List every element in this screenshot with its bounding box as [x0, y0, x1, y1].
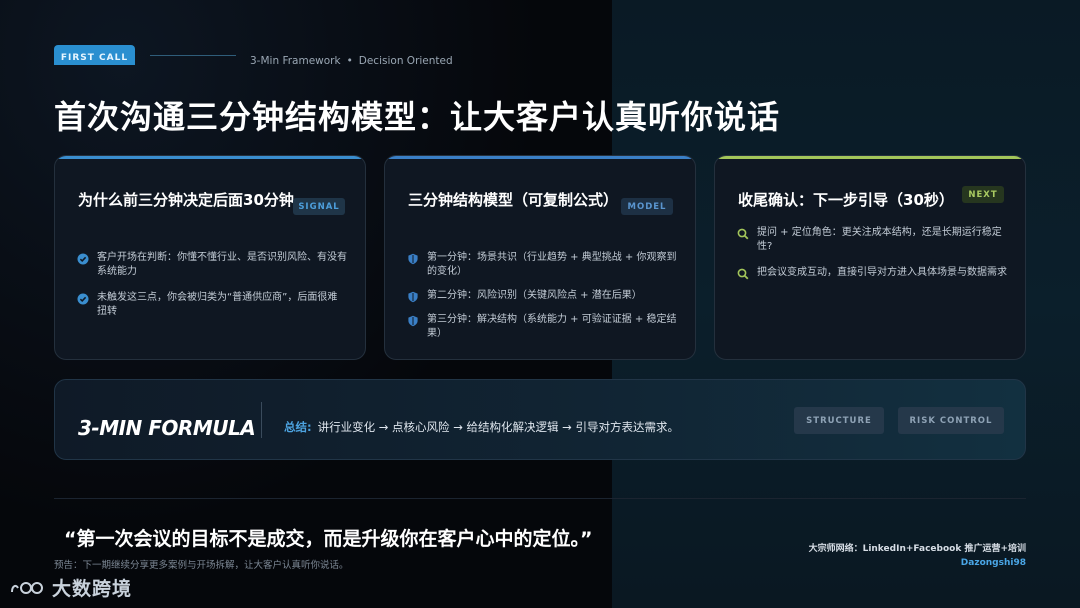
- card-accent-bar: [385, 156, 695, 159]
- list-item-text: 提问 + 定位角色：更关注成本结构，还是长期运行稳定性?: [757, 227, 1002, 252]
- card-accent-bar: [715, 156, 1025, 159]
- brand-line-1: 大宗师网络：LinkedIn+Facebook 推广运营+培训: [808, 544, 1026, 554]
- card-model: 三分钟结构模型（可复制公式） MODEL 第一分钟：场景共识（行业趋势 + 典型…: [384, 155, 696, 360]
- list-item-text: 第二分钟：风险识别（关键风险点 + 潜在后果）: [427, 290, 642, 301]
- footer-preview: 预告：下一期继续分享更多案例与开场拆解，让大客户认真听你说话。: [54, 560, 349, 571]
- card-tag: NEXT: [962, 186, 1004, 203]
- page-title: 首次沟通三分钟结构模型：让大客户认真听你说话: [54, 98, 781, 136]
- check-circle-icon: [77, 293, 89, 305]
- risk-control-button[interactable]: RISK CONTROL: [898, 407, 1004, 434]
- subtitle-decision: Decision Oriented: [358, 55, 453, 67]
- list-item-text: 第一分钟：场景共识（行业趋势 + 典型挑战 + 你观察到的变化）: [427, 252, 677, 277]
- list-item-text: 未触发这三点，你会被归类为“普通供应商”，后面很难扭转: [97, 292, 338, 317]
- footer-divider: [54, 498, 1026, 499]
- card-title: 收尾确认：下一步引导（30秒）: [738, 191, 954, 209]
- card-tag: SIGNAL: [293, 198, 345, 215]
- formula-summary-text: 讲行业变化 → 点核心风险 → 给结构化解决逻辑 → 引导对方表达需求。: [317, 420, 679, 434]
- header-subtitle: 3-Min Framework • Decision Oriented: [250, 55, 453, 67]
- formula-title: 3-MIN FORMULA: [78, 416, 256, 440]
- formula-divider: [261, 402, 262, 438]
- logo: 大数跨境: [10, 574, 132, 601]
- card-signal: 为什么前三分钟决定后面30分钟 SIGNAL 客户开场在判断：你懂不懂行业、是否…: [54, 155, 366, 360]
- subtitle-dot: •: [346, 55, 353, 67]
- search-icon: [737, 228, 749, 240]
- logo-text: 大数跨境: [52, 578, 133, 600]
- list-item: 客户开场在判断：你懂不懂行业、是否识别风险、有没有系统能力: [77, 251, 347, 279]
- card-item-list: 第一分钟：场景共识（行业趋势 + 典型挑战 + 你观察到的变化） 第二分钟：风险…: [407, 251, 677, 351]
- list-item: 未触发这三点，你会被归类为“普通供应商”，后面很难扭转: [77, 291, 347, 319]
- formula-panel: 3-MIN FORMULA 总结: 讲行业变化 → 点核心风险 → 给结构化解决逻…: [54, 379, 1026, 460]
- card-next: 收尾确认：下一步引导（30秒） NEXT 提问 + 定位角色：更关注成本结构，还…: [714, 155, 1026, 360]
- list-item: 第一分钟：场景共识（行业趋势 + 典型挑战 + 你观察到的变化）: [407, 251, 677, 279]
- brand-line-2: Dazongshi98: [960, 558, 1026, 568]
- header-divider: [150, 55, 236, 56]
- brand-credit: 大宗师网络：LinkedIn+Facebook 推广运营+培训 Dazongsh…: [809, 542, 1026, 570]
- shield-icon: [408, 315, 418, 327]
- formula-summary: 总结: 讲行业变化 → 点核心风险 → 给结构化解决逻辑 → 引导对方表达需求。: [284, 419, 679, 435]
- card-title: 三分钟结构模型（可复制公式）: [408, 191, 619, 209]
- list-item: 第二分钟：风险识别（关键风险点 + 潜在后果）: [407, 289, 677, 303]
- card-item-list: 提问 + 定位角色：更关注成本结构，还是长期运行稳定性? 把会议变成互动，直接引…: [737, 226, 1007, 292]
- formula-summary-label: 总结:: [284, 420, 312, 434]
- subtitle-framework: 3-Min Framework: [250, 55, 341, 67]
- list-item-text: 把会议变成互动，直接引导对方进入具体场景与数据需求: [757, 267, 1007, 278]
- shield-icon: [408, 291, 418, 303]
- card-item-list: 客户开场在判断：你懂不懂行业、是否识别风险、有没有系统能力 未触发这三点，你会被…: [77, 251, 347, 331]
- list-item: 提问 + 定位角色：更关注成本结构，还是长期运行稳定性?: [737, 226, 1007, 254]
- first-call-tag: FIRST CALL: [54, 45, 135, 65]
- check-circle-icon: [77, 253, 89, 265]
- list-item-text: 客户开场在判断：你懂不懂行业、是否识别风险、有没有系统能力: [97, 252, 347, 277]
- card-title: 为什么前三分钟决定后面30分钟: [78, 191, 294, 209]
- list-item: 第三分钟：解决结构（系统能力 + 可验证证据 + 稳定结果）: [407, 313, 677, 341]
- logo-icon: [11, 581, 43, 594]
- footer-quote: “第一次会议的目标不是成交，而是升级你在客户心中的定位。”: [64, 528, 593, 550]
- card-accent-bar: [55, 156, 365, 159]
- list-item: 把会议变成互动，直接引导对方进入具体场景与数据需求: [737, 266, 1007, 280]
- shield-icon: [408, 253, 418, 265]
- list-item-text: 第三分钟：解决结构（系统能力 + 可验证证据 + 稳定结果）: [427, 314, 677, 339]
- card-tag: MODEL: [621, 198, 673, 215]
- structure-button[interactable]: STRUCTURE: [794, 407, 884, 434]
- search-icon: [737, 268, 749, 280]
